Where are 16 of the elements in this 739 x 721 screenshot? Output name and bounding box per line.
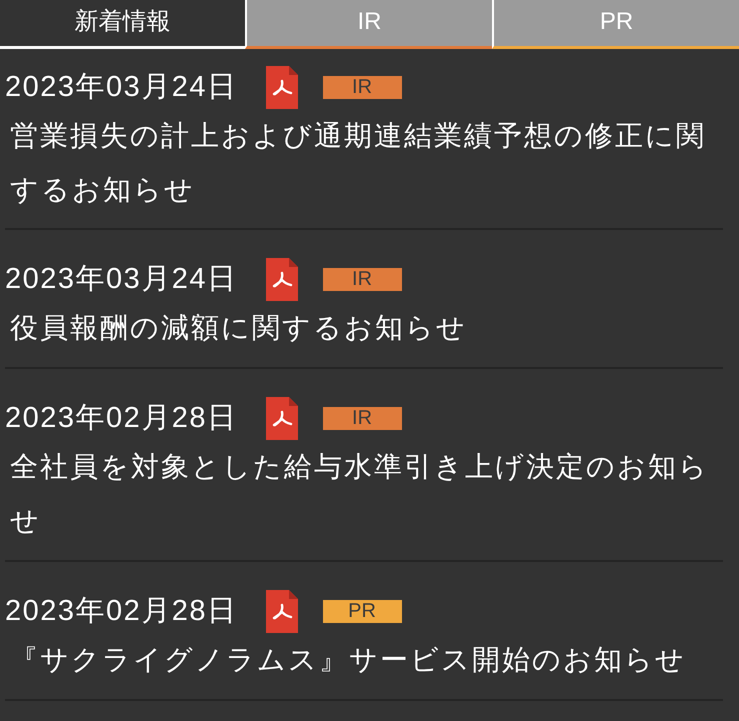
category-tag: IR — [322, 268, 402, 290]
news-title-link[interactable]: 『サクライグノラムス』サービス開始のお知らせ — [10, 633, 722, 687]
news-date: 2023年02月28日 — [5, 594, 238, 628]
news-title-link[interactable]: 全社員を対象とした給与水準引き上げ決定のお知らせ — [10, 440, 722, 548]
news-date: 2023年03月24日 — [5, 70, 238, 104]
news-title-link[interactable]: 営業損失の計上および通期連結業績予想の修正に関するお知らせ — [10, 109, 722, 217]
category-tag: PR — [322, 600, 402, 622]
category-tag: IR — [322, 76, 402, 98]
pdf-file-icon — [266, 396, 298, 440]
category-tag: IR — [322, 406, 402, 430]
pdf-file-icon — [266, 66, 298, 108]
pdf-file-icon — [266, 590, 298, 632]
news-title-link[interactable]: 役員報酬の減額に関するお知らせ — [10, 301, 722, 355]
news-date: 2023年02月28日 — [5, 401, 238, 435]
news-date: 2023年03月24日 — [5, 262, 238, 296]
pdf-file-icon — [266, 258, 298, 300]
